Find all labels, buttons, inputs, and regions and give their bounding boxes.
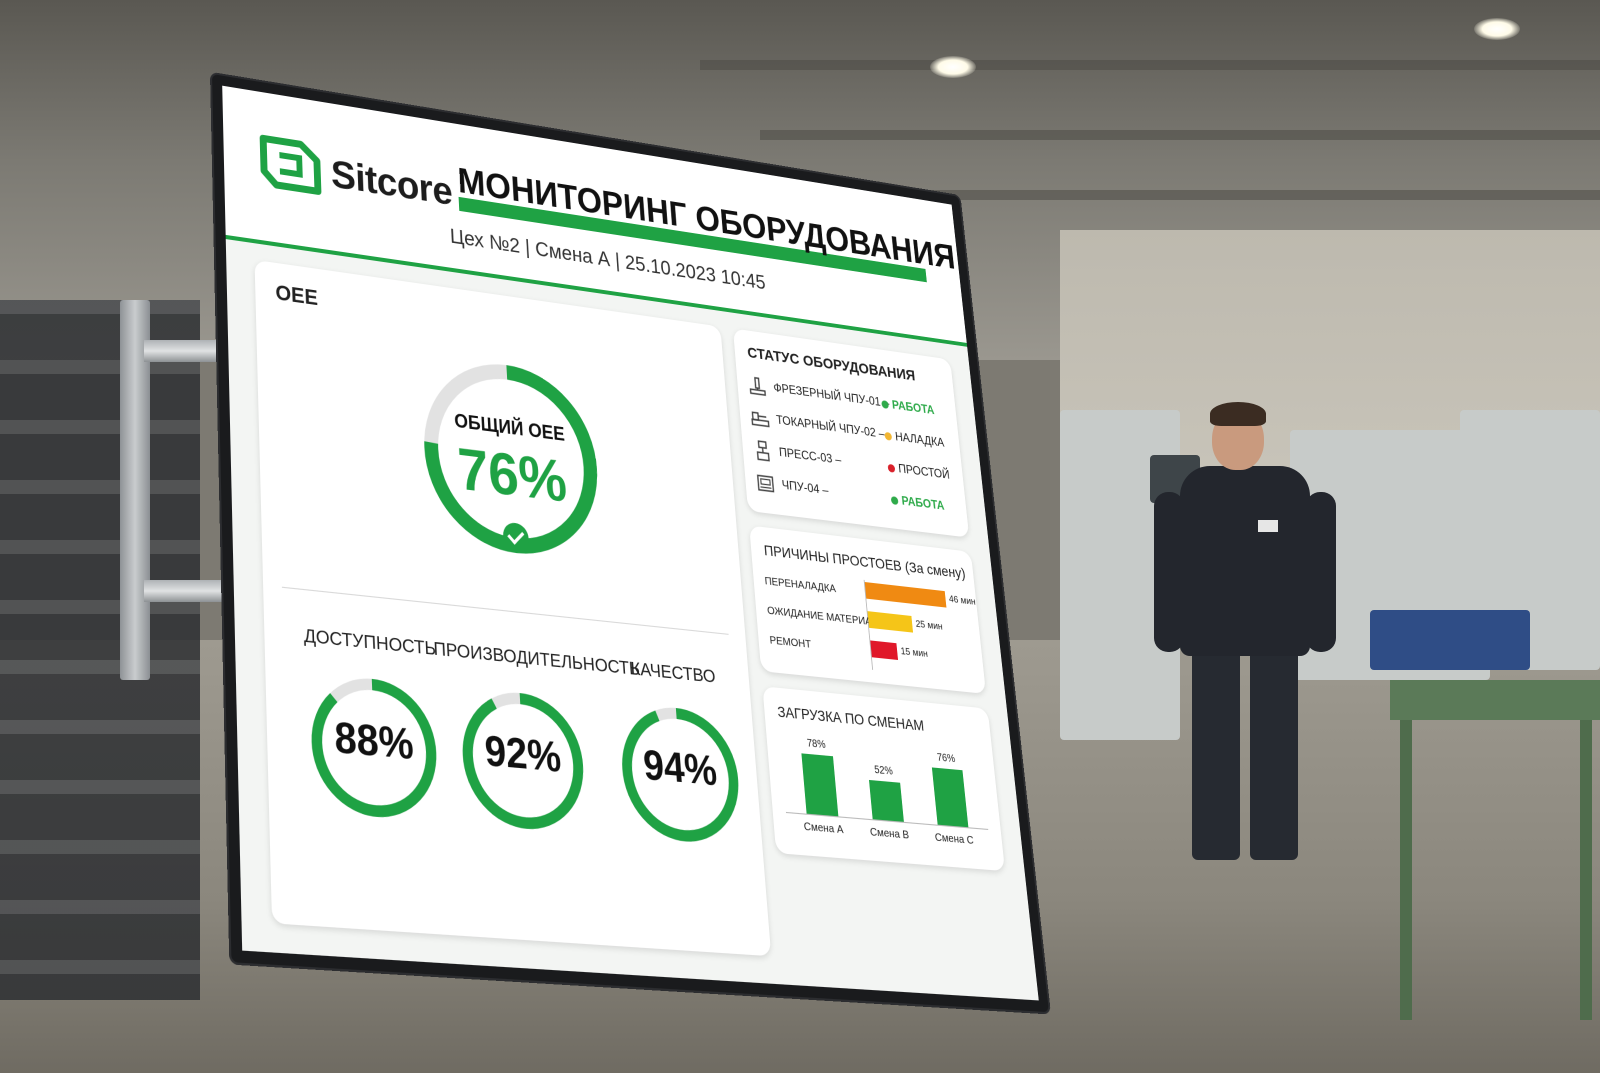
lathe-icon [750, 407, 770, 430]
downtime-label: ПЕРЕНАЛАДКА [764, 575, 836, 596]
worker-leg [1192, 650, 1240, 860]
sitcore-logo-icon [257, 131, 324, 202]
shift-bar [932, 767, 968, 827]
shift-category-label: Смена С [926, 830, 982, 848]
dashboard-screen: Sitcore МОНИТОРИНГ ОБОРУДОВАНИЯ Цех №2 |… [222, 86, 1039, 1001]
quality-label: КАЧЕСТВО [596, 654, 750, 691]
downtime-bar [868, 611, 914, 632]
availability-label: ДОСТУПНОСТЬ [287, 623, 452, 662]
equipment-name: ПРЕСС-03 – [778, 445, 841, 467]
downtime-value-label: 25 мин [915, 618, 943, 632]
bracket-arm [144, 580, 234, 602]
card-divider [282, 587, 729, 635]
worker-badge [1258, 520, 1278, 532]
quality-gauge: 94% [614, 698, 748, 851]
status-badge: РАБОТА [901, 493, 945, 512]
shift-value-label: 76% [923, 751, 969, 767]
oee-card: OEE ОБЩИЙ OEE 76% ДОСТУПНОСТЬ ПРОИЗВОДИТ… [254, 260, 771, 956]
worker-leg [1250, 650, 1298, 860]
shift-category-label: Смена В [861, 825, 917, 843]
worker-arm [1306, 492, 1336, 652]
shift-category-label: Смена А [795, 819, 852, 837]
cnc-machine-icon [756, 472, 776, 495]
workbench [1390, 680, 1600, 720]
worker-torso [1180, 466, 1310, 656]
downtime-bar [870, 640, 898, 660]
ceiling-lamp [1474, 18, 1520, 40]
oee-card-label: OEE [275, 281, 318, 311]
shift-value-label: 52% [860, 763, 907, 779]
downtime-causes-card: ПРИЧИНЫ ПРОСТОЕВ (За смену) ПЕРЕНАЛАДКА … [749, 525, 986, 694]
downtime-title: ПРИЧИНЫ ПРОСТОЕВ (За смену) [763, 542, 966, 582]
overall-oee-gauge: ОБЩИЙ OEE 76% [414, 346, 609, 569]
worker-hair [1210, 402, 1266, 426]
equipment-name: ФРЕЗЕРНЫЙ ЧПУ-01 – [773, 380, 890, 410]
downtime-label: РЕМОНТ [769, 634, 812, 651]
equipment-name: ТОКАРНЫЙ ЧПУ-02 – [776, 412, 886, 440]
downtime-bar [865, 582, 947, 608]
equipment-name: ЧПУ-04 – [781, 477, 829, 497]
performance-label: ПРОИЗВОДИТЕЛЬНОСТЬ [433, 638, 603, 677]
status-dot [891, 496, 899, 505]
shift-bar [869, 780, 904, 822]
status-badge: ПРОСТОЙ [898, 461, 951, 482]
performance-gauge: 92% [455, 682, 591, 838]
workbench-leg [1400, 720, 1412, 1020]
milling-machine-icon [748, 375, 768, 398]
worker [1150, 400, 1350, 900]
vise [1370, 610, 1530, 670]
brand-name: Sitcore [330, 153, 453, 215]
status-dot [884, 432, 892, 441]
shift-load-card: ЗАГРУЗКА ПО СМЕНАМ 78% Смена А 52% Смена… [762, 686, 1005, 871]
ceiling-beam [700, 60, 1600, 70]
status-dot [888, 464, 896, 473]
status-badge: НАЛАДКА [894, 429, 944, 449]
shift-bar [801, 753, 838, 816]
press-icon [753, 439, 773, 462]
ceiling-beam [760, 130, 1600, 140]
shift-load-title: ЗАГРУЗКА ПО СМЕНАМ [777, 703, 925, 734]
downtime-value-label: 46 мин [948, 594, 976, 608]
shift-value-label: 78% [793, 736, 840, 752]
monitor: Sitcore МОНИТОРИНГ ОБОРУДОВАНИЯ Цех №2 |… [212, 74, 1049, 1012]
availability-gauge: 88% [305, 668, 444, 827]
wall-mount-bracket [120, 300, 220, 680]
ceiling-lamp [930, 56, 976, 78]
status-badge: РАБОТА [891, 398, 935, 418]
workbench-leg [1580, 720, 1592, 1020]
equipment-status-card: СТАТУС ОБОРУДОВАНИЯ ФРЕЗЕРНЫЙ ЧПУ-01 – Р… [733, 328, 969, 537]
downtime-value-label: 15 мин [900, 646, 928, 660]
